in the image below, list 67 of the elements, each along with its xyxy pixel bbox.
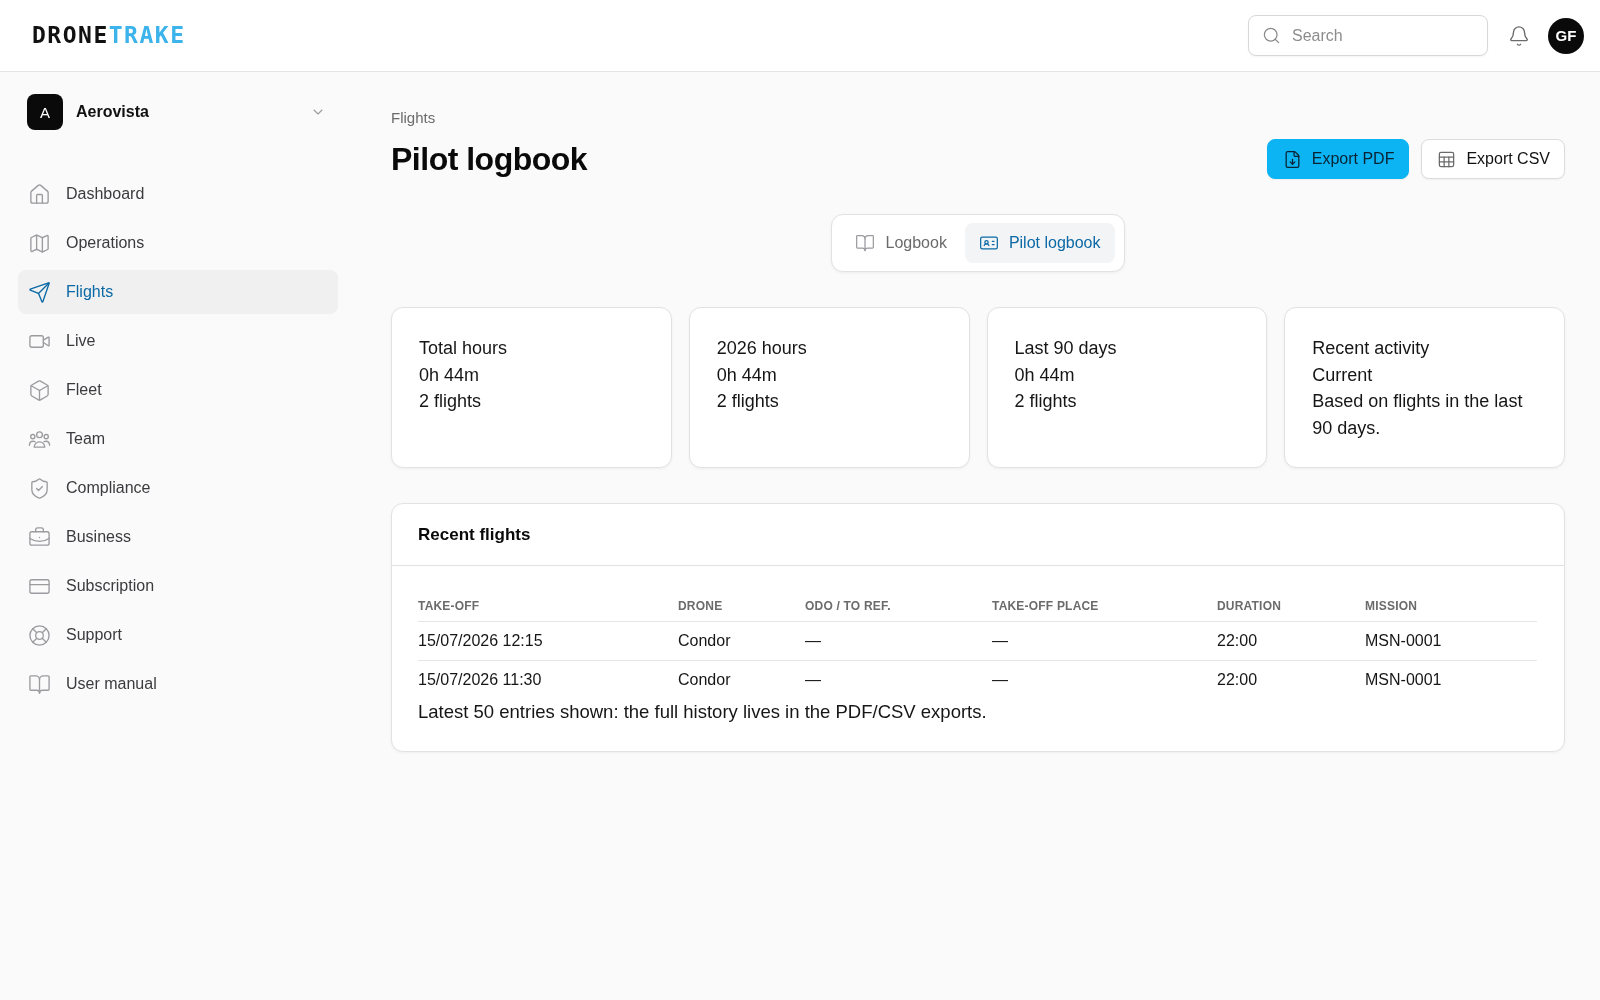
bell-icon[interactable] (1508, 24, 1530, 47)
stat-label: Total hours (419, 337, 508, 360)
column-header: DRONE (678, 598, 723, 614)
nav-item[interactable]: Compliance (18, 466, 338, 510)
column-header: ODO / TO REF. (805, 598, 891, 614)
export-primary-button[interactable]: Export PDF (1266, 139, 1410, 179)
map-icon (28, 231, 51, 255)
stat-value: 0h 44m (716, 363, 777, 387)
paper-plane-icon (28, 280, 51, 304)
cube-icon (28, 378, 51, 402)
table-cell: — (805, 632, 821, 650)
nav-item[interactable]: Team (18, 417, 338, 461)
table-cell: — (992, 671, 1008, 689)
column-header: DURATION (1217, 598, 1282, 614)
stat-detail: 2 flights (1014, 390, 1077, 413)
card-title: Recent flights (418, 524, 531, 545)
stat-detail: Based on flights in the last 90 days. (1312, 390, 1524, 440)
table-icon (1437, 149, 1457, 169)
lifebuoy-icon (28, 623, 51, 647)
stat-value: Current (1312, 363, 1373, 387)
nav-item[interactable]: Operations (18, 221, 338, 265)
user-avatar[interactable]: GF (1548, 17, 1584, 54)
export-button[interactable]: Export CSV (1421, 139, 1565, 179)
shield-check-icon (28, 476, 51, 500)
stat-label: Recent activity (1312, 337, 1430, 360)
stat-label: Last 90 days (1014, 337, 1117, 360)
briefcase-icon (28, 525, 51, 549)
table-cell: MSN-0001 (1365, 671, 1442, 689)
table-cell: 22:00 (1217, 671, 1258, 689)
column-header: MISSION (1365, 598, 1418, 614)
table-cell: 15/07/2026 12:15 (418, 632, 543, 650)
workspace-avatar: A (27, 94, 63, 130)
nav-item[interactable]: Support (18, 613, 338, 657)
nav-item[interactable]: Business (18, 515, 338, 559)
table-cell: Condor (678, 671, 731, 689)
workspace-name: Aerovista (76, 103, 150, 121)
nav-item[interactable]: User manual (18, 662, 338, 706)
view-tab[interactable]: Pilot logbook (964, 223, 1115, 263)
open-book-icon (28, 672, 51, 696)
nav-item[interactable]: Flights (18, 270, 338, 314)
nav-item[interactable]: Subscription (18, 564, 338, 608)
column-header: TAKE-OFF PLACE (992, 598, 1099, 614)
table-cell: 22:00 (1217, 632, 1258, 650)
search-icon (1262, 26, 1281, 45)
stat-value: 0h 44m (419, 363, 480, 387)
table-cell: — (805, 671, 821, 689)
nav-item[interactable]: Dashboard (18, 172, 338, 216)
stat-detail: 2 flights (716, 390, 779, 413)
stat-value: 0h 44m (1014, 363, 1075, 387)
search-field[interactable]: Search (1248, 15, 1488, 56)
stat-detail: 2 flights (419, 390, 482, 413)
table-cell: Condor (678, 632, 731, 650)
workspace-selector[interactable]: A Aerovista (18, 94, 338, 130)
view-tab[interactable]: Logbook (841, 223, 961, 263)
column-header: TAKE-OFF (418, 598, 480, 614)
nav-item[interactable]: Fleet (18, 368, 338, 412)
house-icon (28, 182, 51, 206)
open-book-icon (855, 233, 876, 253)
table-cell: — (992, 632, 1008, 650)
nav-item[interactable]: Live (18, 319, 338, 363)
page-title: Pilot logbook (391, 140, 588, 179)
table-footnote: Latest 50 entries shown: the full history lives in the PDF/CSV exports. (418, 700, 987, 724)
brand-logo: DRONETRAKE (32, 24, 186, 47)
breadcrumb-link[interactable]: Flights (391, 108, 436, 128)
stat-label: 2026 hours (716, 337, 807, 360)
table-cell: 15/07/2026 11:30 (418, 671, 542, 689)
table-cell: MSN-0001 (1365, 632, 1442, 650)
